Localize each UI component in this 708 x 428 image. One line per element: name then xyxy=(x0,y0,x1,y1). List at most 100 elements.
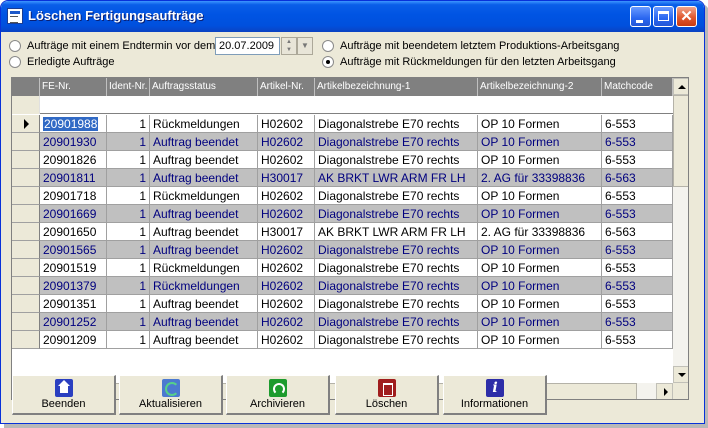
row-selector[interactable] xyxy=(12,205,40,223)
row-selector[interactable] xyxy=(12,187,40,205)
column-header-matchcode[interactable]: Matchcode xyxy=(602,78,673,96)
row-selector[interactable] xyxy=(12,313,40,331)
row-selector[interactable] xyxy=(12,241,40,259)
cell-matchcode[interactable]: 6-553 xyxy=(602,115,673,133)
cell-article-nr[interactable]: H02602 xyxy=(258,115,315,133)
table-row[interactable]: 20901669 1 Auftrag beendet H02602 Diagonalst… xyxy=(12,205,673,223)
cell-description-1[interactable]: AK BRKT LWR ARM FR LH xyxy=(315,169,478,187)
cell-description-1[interactable]: Diagonalstrebe E70 rechts xyxy=(315,205,478,223)
radio-feedback-last-step[interactable] xyxy=(322,56,334,68)
cell-description-1[interactable]: Diagonalstrebe E70 rechts xyxy=(315,241,478,259)
cell-matchcode[interactable]: 6-553 xyxy=(602,241,673,259)
cell-fe-nr[interactable]: 20901930 xyxy=(40,133,107,151)
cell-fe-nr[interactable]: 20901718 xyxy=(40,187,107,205)
cell-description-2[interactable]: OP 10 Formen xyxy=(478,187,602,205)
cell-ident-nr[interactable]: 1 xyxy=(107,151,150,169)
cell-fe-nr[interactable]: 20901650 xyxy=(40,223,107,241)
cell-ident-nr[interactable]: 1 xyxy=(107,205,150,223)
cell-description-1[interactable]: Diagonalstrebe E70 rechts xyxy=(315,133,478,151)
scroll-down-button[interactable] xyxy=(673,366,688,383)
cell-status[interactable]: Auftrag beendet xyxy=(150,169,258,187)
cell-description-2[interactable]: OP 10 Formen xyxy=(478,115,602,133)
cell-status[interactable]: Auftrag beendet xyxy=(150,205,258,223)
scroll-right-button[interactable] xyxy=(656,383,673,399)
cell-status[interactable]: Auftrag beendet xyxy=(150,151,258,169)
row-selector[interactable] xyxy=(12,133,40,151)
column-header-description-2[interactable]: Artikelbezeichnung-2 xyxy=(478,78,602,96)
cell-article-nr[interactable]: H30017 xyxy=(258,223,315,241)
row-selector[interactable] xyxy=(12,115,40,133)
cell-matchcode[interactable]: 6-553 xyxy=(602,295,673,313)
column-header-description-1[interactable]: Artikelbezeichnung-1 xyxy=(315,78,478,96)
vertical-scroll-thumb[interactable] xyxy=(673,95,688,187)
table-row[interactable]: 20901519 1 Rückmeldungen H02602 Diagonalstre… xyxy=(12,259,673,277)
column-header-ident-nr[interactable]: Ident-Nr. xyxy=(107,78,150,96)
archive-button[interactable]: Archivieren xyxy=(226,375,330,415)
close-window-button[interactable]: ✕ xyxy=(676,6,697,27)
table-row[interactable]: 20901811 1 Auftrag beendet H30017 AK BRKT LW… xyxy=(12,169,673,187)
cell-ident-nr[interactable]: 1 xyxy=(107,115,150,133)
radio-finished-last-step[interactable] xyxy=(322,40,334,52)
radio-enddate[interactable] xyxy=(9,40,21,52)
cell-description-2[interactable]: OP 10 Formen xyxy=(478,277,602,295)
date-dropdown-button[interactable]: ▼ xyxy=(297,37,313,55)
cell-fe-nr[interactable]: 20901209 xyxy=(40,331,107,349)
cell-ident-nr[interactable]: 1 xyxy=(107,187,150,205)
cell-fe-nr[interactable]: 20901826 xyxy=(40,151,107,169)
table-row[interactable]: 20901650 1 Auftrag beendet H30017 AK BRKT LW… xyxy=(12,223,673,241)
cell-description-2[interactable]: OP 10 Formen xyxy=(478,205,602,223)
cell-article-nr[interactable]: H02602 xyxy=(258,241,315,259)
column-header-fe-nr[interactable]: FE-Nr. xyxy=(40,78,107,96)
cell-matchcode[interactable]: 6-553 xyxy=(602,331,673,349)
cell-description-2[interactable]: OP 10 Formen xyxy=(478,151,602,169)
cell-status[interactable]: Rückmeldungen xyxy=(150,187,258,205)
cell-ident-nr[interactable]: 1 xyxy=(107,259,150,277)
cell-status[interactable]: Auftrag beendet xyxy=(150,133,258,151)
cell-article-nr[interactable]: H02602 xyxy=(258,295,315,313)
row-selector[interactable] xyxy=(12,295,40,313)
row-selector[interactable] xyxy=(12,223,40,241)
cell-description-1[interactable]: Diagonalstrebe E70 rechts xyxy=(315,277,478,295)
cell-description-1[interactable]: Diagonalstrebe E70 rechts xyxy=(315,259,478,277)
spin-down-icon[interactable]: ▼ xyxy=(282,46,296,54)
cell-ident-nr[interactable]: 1 xyxy=(107,331,150,349)
date-spinner[interactable]: ▲ ▼ xyxy=(281,37,297,55)
cell-matchcode[interactable]: 6-563 xyxy=(602,169,673,187)
column-header-status[interactable]: Auftragsstatus xyxy=(150,78,258,96)
cell-article-nr[interactable]: H02602 xyxy=(258,133,315,151)
cell-fe-nr[interactable]: 20901565 xyxy=(40,241,107,259)
cell-status[interactable]: Rückmeldungen xyxy=(150,277,258,295)
cell-description-2[interactable]: 2. AG für 33398836 xyxy=(478,169,602,187)
scroll-up-button[interactable] xyxy=(673,78,688,95)
cell-status[interactable]: Auftrag beendet xyxy=(150,331,258,349)
cell-description-1[interactable]: Diagonalstrebe E70 rechts xyxy=(315,313,478,331)
refresh-button[interactable]: Aktualisieren xyxy=(119,375,223,415)
cell-status[interactable]: Rückmeldungen xyxy=(150,115,258,133)
title-bar[interactable]: Löschen Fertigungsaufträge ✕ xyxy=(1,1,704,32)
row-selector[interactable] xyxy=(12,169,40,187)
cell-article-nr[interactable]: H30017 xyxy=(258,169,315,187)
cell-status[interactable]: Auftrag beendet xyxy=(150,223,258,241)
cell-ident-nr[interactable]: 1 xyxy=(107,133,150,151)
cell-description-1[interactable]: Diagonalstrebe E70 rechts xyxy=(315,151,478,169)
cell-fe-nr[interactable]: 20901252 xyxy=(40,313,107,331)
radio-done[interactable] xyxy=(9,56,21,68)
cell-description-1[interactable]: Diagonalstrebe E70 rechts xyxy=(315,115,478,133)
cell-fe-nr[interactable]: 20901811 xyxy=(40,169,107,187)
cell-ident-nr[interactable]: 1 xyxy=(107,241,150,259)
cell-matchcode[interactable]: 6-553 xyxy=(602,277,673,295)
cell-description-2[interactable]: OP 10 Formen xyxy=(478,241,602,259)
delete-button[interactable]: Löschen xyxy=(335,375,439,415)
cell-description-2[interactable]: OP 10 Formen xyxy=(478,133,602,151)
cell-fe-nr[interactable]: 20901988 xyxy=(40,115,107,133)
cell-matchcode[interactable]: 6-563 xyxy=(602,223,673,241)
row-selector[interactable] xyxy=(12,277,40,295)
cell-article-nr[interactable]: H02602 xyxy=(258,205,315,223)
table-row[interactable]: 20901209 1 Auftrag beendet H02602 Diagonalst… xyxy=(12,331,673,349)
table-row[interactable]: 20901826 1 Auftrag beendet H02602 Diagonalst… xyxy=(12,151,673,169)
close-button[interactable]: Beenden xyxy=(12,375,116,415)
cell-description-2[interactable]: OP 10 Formen xyxy=(478,331,602,349)
cell-fe-nr[interactable]: 20901519 xyxy=(40,259,107,277)
cell-description-1[interactable]: Diagonalstrebe E70 rechts xyxy=(315,331,478,349)
cell-matchcode[interactable]: 6-553 xyxy=(602,133,673,151)
